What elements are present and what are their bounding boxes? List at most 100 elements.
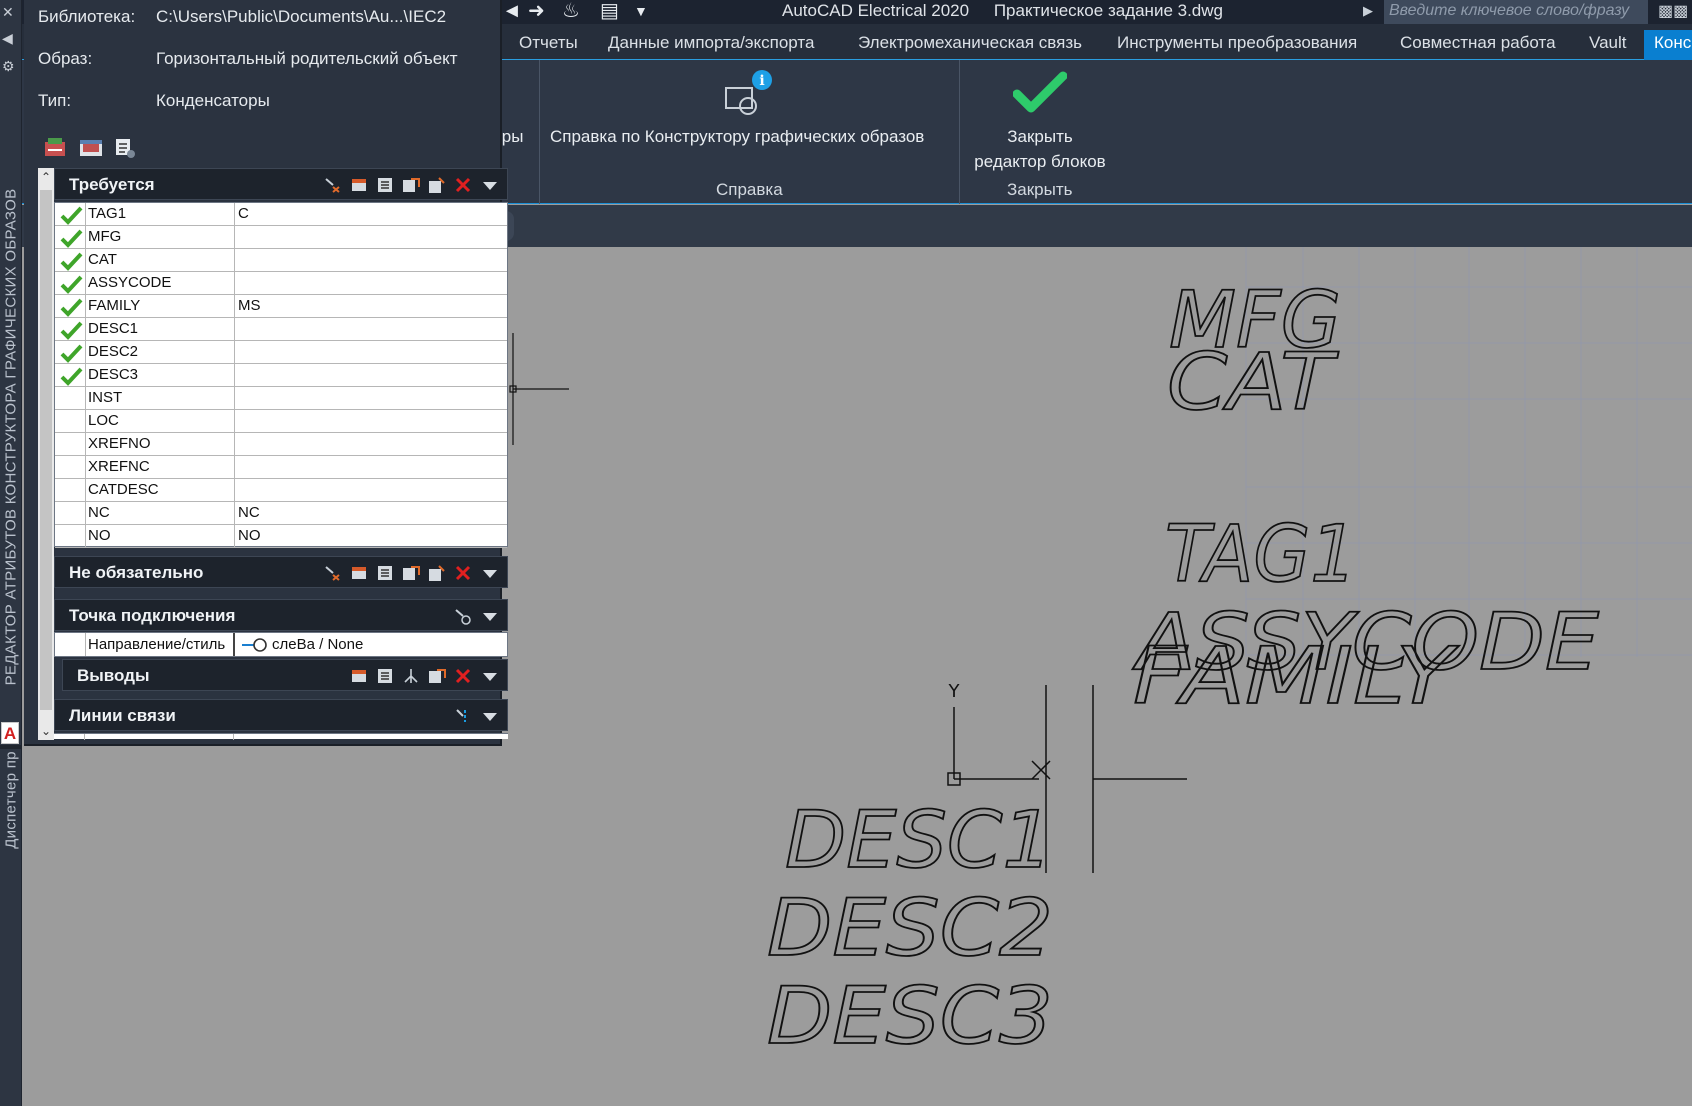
table-row[interactable]: XREFNO xyxy=(55,433,507,456)
attribute-rotate-icon[interactable] xyxy=(427,563,447,583)
close-palette-icon[interactable]: ✕ xyxy=(2,4,14,21)
attr-value[interactable] xyxy=(235,410,507,432)
table-row[interactable]: DESC3 xyxy=(55,364,507,387)
chevron-down-icon[interactable] xyxy=(483,673,497,681)
palette-scrollbar[interactable]: ⌃ ⌄ xyxy=(38,168,54,740)
scroll-down-icon[interactable]: ⌄ xyxy=(38,724,54,738)
section-optional[interactable]: Не обязательно xyxy=(54,556,508,588)
section-connection-point[interactable]: Точка подключения xyxy=(54,599,508,631)
terminal-tree-icon[interactable] xyxy=(401,666,421,686)
tab-import-export[interactable]: Данные импорта/экспорта xyxy=(608,33,814,53)
link-line-icon[interactable] xyxy=(453,706,473,726)
save-icon[interactable]: ▤ xyxy=(600,0,619,22)
checkmark-icon[interactable] xyxy=(1013,70,1067,116)
table-row[interactable]: FAMILY MS xyxy=(55,295,507,318)
attr-value[interactable] xyxy=(235,479,507,501)
table-row[interactable]: INST xyxy=(55,387,507,410)
scroll-thumb[interactable] xyxy=(40,190,52,710)
table-row[interactable]: DESC1 xyxy=(55,318,507,341)
tab-collaborate[interactable]: Совместная работа xyxy=(1400,33,1556,53)
add-attribute-icon[interactable] xyxy=(42,136,68,160)
palette-title[interactable]: РЕДАКТОР АТРИБУТОВ КОНСТРУКТОРА ГРАФИЧЕС… xyxy=(3,189,20,686)
table-row[interactable]: NO NO xyxy=(55,525,507,548)
attr-value[interactable] xyxy=(235,249,507,271)
attr-value[interactable]: NO xyxy=(235,525,507,547)
attr-value[interactable]: NC xyxy=(235,502,507,524)
attr-value[interactable] xyxy=(235,272,507,294)
section-terminals[interactable]: Выводы xyxy=(62,659,508,691)
direction-style-value[interactable]: слеВа / None xyxy=(237,633,507,656)
redo-icon[interactable]: ➜ xyxy=(528,0,545,22)
chevron-down-icon[interactable] xyxy=(483,570,497,578)
tab-reports[interactable]: Отчеты xyxy=(519,33,578,53)
table-row[interactable]: NC NC xyxy=(55,502,507,525)
binoculars-icon[interactable]: ▩▩ xyxy=(1658,1,1688,21)
pick-connection-icon[interactable] xyxy=(453,606,473,626)
table-row[interactable]: CAT xyxy=(55,249,507,272)
symbol-builder-help-button[interactable]: Справка по Конструктору графических обра… xyxy=(550,124,924,149)
table-row[interactable]: TAG1 C xyxy=(55,203,507,226)
attr-value[interactable] xyxy=(235,387,507,409)
connection-point-row[interactable]: Направление/стиль слеВа / None xyxy=(54,632,508,657)
attr-cat[interactable]: CAT xyxy=(1166,337,1340,429)
attribute-edit-icon[interactable] xyxy=(349,666,369,686)
attribute-move-icon[interactable] xyxy=(427,666,447,686)
tab-symbol-builder[interactable]: Конс xyxy=(1644,30,1692,60)
insert-image-icon[interactable] xyxy=(78,136,104,160)
attr-desc2[interactable]: DESC2 xyxy=(766,883,1054,975)
delete-icon[interactable] xyxy=(453,563,473,583)
table-row[interactable]: MFG xyxy=(55,226,507,249)
pick-attribute-icon[interactable] xyxy=(323,563,343,583)
palette-settings-icon[interactable]: ⚙ xyxy=(2,58,15,75)
chevron-down-icon[interactable] xyxy=(483,613,497,621)
attr-value[interactable] xyxy=(235,341,507,363)
attr-value[interactable] xyxy=(235,318,507,340)
delete-icon[interactable] xyxy=(453,666,473,686)
delete-icon[interactable] xyxy=(453,175,473,195)
attr-value[interactable]: C xyxy=(235,203,507,225)
attr-value[interactable] xyxy=(235,456,507,478)
plot-icon[interactable]: ♨ xyxy=(562,0,580,22)
attribute-move-icon[interactable] xyxy=(401,563,421,583)
attr-family[interactable]: FAMILY xyxy=(1132,631,1460,723)
tab-electromechanical[interactable]: Электромеханическая связь xyxy=(858,33,1082,53)
attr-desc1[interactable]: DESC1 xyxy=(784,795,1054,887)
help-info-icon[interactable]: i xyxy=(722,68,772,116)
attr-value[interactable] xyxy=(235,226,507,248)
pick-attribute-icon[interactable] xyxy=(323,175,343,195)
scroll-up-icon[interactable]: ⌃ xyxy=(38,170,54,184)
search-input[interactable]: Введите ключевое слово/фразу xyxy=(1384,0,1648,24)
section-link-lines[interactable]: Линии связи xyxy=(54,699,508,731)
attribute-list-icon[interactable] xyxy=(375,175,395,195)
attribute-list-icon[interactable] xyxy=(375,666,395,686)
customize-dropdown-icon[interactable]: ▼ xyxy=(634,0,648,22)
table-row[interactable]: LOC xyxy=(55,410,507,433)
table-row[interactable]: DESC2 xyxy=(55,341,507,364)
close-block-editor-button[interactable]: Закрыть редактор блоков xyxy=(968,124,1112,174)
table-row[interactable]: ASSYCODE xyxy=(55,272,507,295)
attribute-list-icon[interactable] xyxy=(375,563,395,583)
attribute-edit-icon[interactable] xyxy=(349,563,369,583)
attr-desc3[interactable]: DESC3 xyxy=(766,971,1054,1063)
attribute-rotate-icon[interactable] xyxy=(427,175,447,195)
tab-vault[interactable]: Vault xyxy=(1589,33,1627,53)
attr-value[interactable]: MS xyxy=(235,295,507,317)
autohide-icon[interactable]: ◀ xyxy=(2,30,13,47)
chevron-down-icon[interactable] xyxy=(483,713,497,721)
project-manager-tab[interactable]: Диспетчер пр xyxy=(3,751,20,849)
settings-list-icon[interactable] xyxy=(112,136,138,160)
section-required[interactable]: Требуется xyxy=(54,168,508,200)
table-row[interactable]: CATDESC xyxy=(55,479,507,502)
attribute-move-icon[interactable] xyxy=(401,175,421,195)
attr-name: INST xyxy=(85,387,235,409)
table-row[interactable]: XREFNC xyxy=(55,456,507,479)
drawing-area[interactable]: Y MFG CAT TAG1 ASSYCODE FAMILY DESC1 DES… xyxy=(503,247,1692,1106)
attribute-edit-icon[interactable] xyxy=(349,175,369,195)
attr-value[interactable] xyxy=(235,364,507,386)
expand-arrow-icon[interactable]: ▶ xyxy=(1363,3,1373,19)
undo-icon[interactable]: ◄ xyxy=(502,0,522,22)
attr-tag1[interactable]: TAG1 xyxy=(1164,509,1358,601)
attr-value[interactable] xyxy=(235,433,507,455)
tab-conversion-tools[interactable]: Инструменты преобразования xyxy=(1117,33,1357,53)
chevron-down-icon[interactable] xyxy=(483,182,497,190)
